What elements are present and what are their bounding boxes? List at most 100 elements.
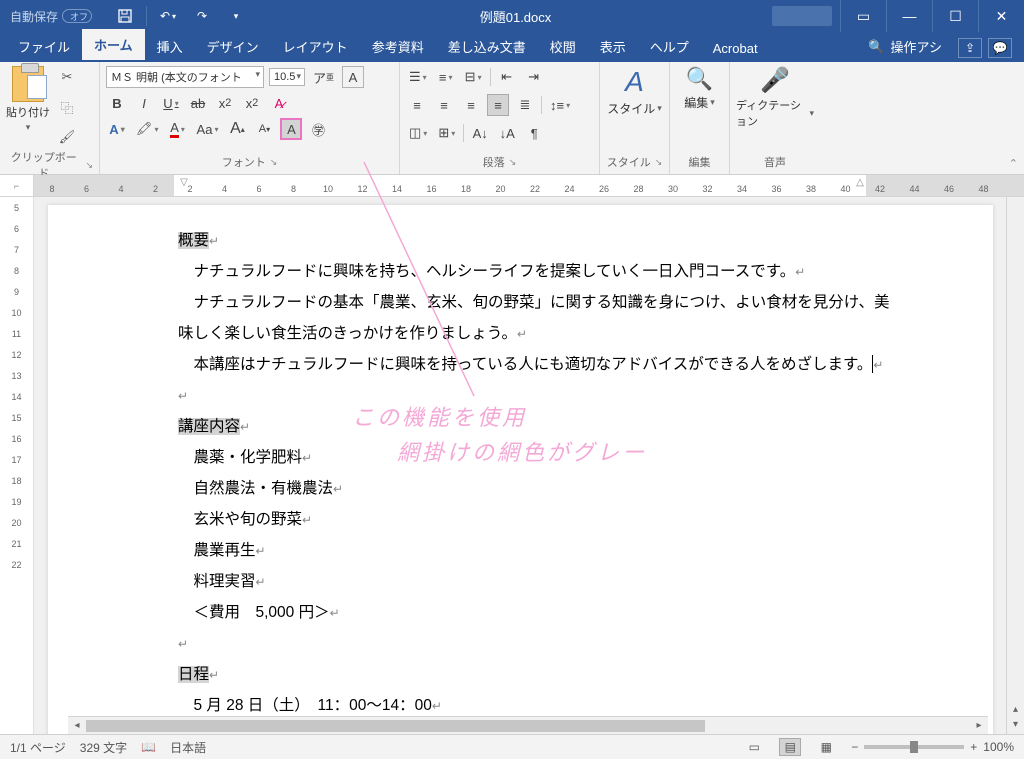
highlight-icon[interactable]: 🖍▾	[133, 118, 162, 140]
distributed-icon[interactable]: ≣	[514, 94, 536, 116]
copy-icon[interactable]: ⿻	[56, 96, 78, 118]
font-color-icon[interactable]: A▾	[167, 118, 189, 140]
line-spacing-icon[interactable]: ↕≡▾	[547, 94, 573, 116]
zoom-in-icon[interactable]: +	[970, 740, 977, 754]
tab-mailings[interactable]: 差し込み文書	[436, 31, 538, 62]
clear-formatting-icon[interactable]: A̷	[268, 92, 290, 114]
format-painter-icon[interactable]: 🖌	[56, 126, 78, 148]
horizontal-scrollbar[interactable]: ◂ ▸	[68, 716, 988, 734]
tab-view[interactable]: 表示	[588, 31, 638, 62]
styles-button[interactable]: A スタイル▾	[606, 66, 663, 117]
tab-home[interactable]: ホーム	[82, 29, 145, 62]
bold-icon[interactable]: B	[106, 92, 128, 114]
character-border-icon[interactable]: A	[342, 66, 364, 88]
sort-icon[interactable]: A↓	[469, 122, 491, 144]
zoom-level[interactable]: 100%	[983, 740, 1014, 754]
autosave-toggle[interactable]: オフ	[62, 9, 92, 23]
paragraph[interactable]: ナチュラルフードに興味を持ち、ヘルシーライフを提案していく一日入門コースです。↵	[178, 256, 893, 287]
scroll-right-icon[interactable]: ▸	[970, 720, 988, 731]
tab-acrobat[interactable]: Acrobat	[701, 35, 770, 62]
right-indent-marker[interactable]: △	[856, 177, 864, 188]
document-page[interactable]: 概要↵ ナチュラルフードに興味を持ち、ヘルシーライフを提案していく一日入門コース…	[48, 205, 993, 734]
dialog-launcher-icon[interactable]: ↘	[655, 157, 663, 168]
multilevel-list-icon[interactable]: ⊟▾	[462, 66, 485, 88]
maximize-icon[interactable]: ☐	[932, 0, 978, 32]
align-left-icon[interactable]: ≡	[406, 94, 428, 116]
scroll-left-icon[interactable]: ◂	[68, 720, 86, 731]
save-icon[interactable]	[112, 3, 138, 29]
scroll-down-icon[interactable]: ▾	[1013, 719, 1018, 730]
ruler-track[interactable]: ▽ △ 864224681012141618202224262830323436…	[34, 175, 1024, 196]
print-layout-icon[interactable]: ▤	[779, 738, 801, 756]
dialog-launcher-icon[interactable]: ↘	[270, 157, 278, 168]
underline-icon[interactable]: U▾	[160, 92, 182, 114]
minimize-icon[interactable]: —	[886, 0, 932, 32]
scroll-up-icon[interactable]: ▴	[1013, 704, 1018, 715]
align-right-icon[interactable]: ≡	[460, 94, 482, 116]
increase-indent-icon[interactable]: ⇥	[523, 66, 545, 88]
status-language[interactable]: 日本語	[170, 739, 206, 756]
decrease-indent-icon[interactable]: ⇤	[496, 66, 518, 88]
align-center-icon[interactable]: ≡	[433, 94, 455, 116]
bullets-icon[interactable]: ☰▾	[406, 66, 430, 88]
status-page[interactable]: 1/1 ページ	[10, 739, 66, 756]
italic-icon[interactable]: I	[133, 92, 155, 114]
text-effects-icon[interactable]: A▾	[106, 118, 128, 140]
zoom-control[interactable]: − + 100%	[851, 740, 1014, 754]
zoom-out-icon[interactable]: −	[851, 740, 858, 754]
redo-icon[interactable]: ↷	[189, 3, 215, 29]
heading-schedule[interactable]: 日程	[178, 666, 209, 683]
superscript-icon[interactable]: x2	[241, 92, 263, 114]
dialog-launcher-icon[interactable]: ↘	[509, 157, 517, 168]
tab-help[interactable]: ヘルプ	[638, 31, 701, 62]
web-layout-icon[interactable]: ▦	[815, 738, 837, 756]
tab-insert[interactable]: 挿入	[145, 31, 195, 62]
tab-references[interactable]: 参考資料	[360, 31, 436, 62]
qat-more-icon[interactable]: ▾	[223, 3, 249, 29]
scrollbar-thumb[interactable]	[86, 720, 705, 732]
numbering-icon[interactable]: ≡▾	[435, 66, 457, 88]
list-item[interactable]: 玄米や旬の野菜↵	[178, 504, 893, 535]
paragraph[interactable]: ナチュラルフードの基本「農業、玄米、旬の野菜」に関する知識を身につけ、よい食材を…	[178, 287, 893, 349]
tab-review[interactable]: 校閲	[538, 31, 588, 62]
show-marks-icon[interactable]: ¶	[523, 122, 545, 144]
shrink-font-icon[interactable]: A▾	[253, 118, 275, 140]
dialog-launcher-icon[interactable]: ↘	[85, 160, 93, 171]
list-item[interactable]: ＜費用 5,000 円＞↵	[178, 597, 893, 628]
read-mode-icon[interactable]: ▭	[743, 738, 765, 756]
font-size-combo[interactable]: 10.5	[269, 68, 305, 86]
spellcheck-icon[interactable]: 📖	[141, 740, 156, 754]
cut-icon[interactable]: ✂	[56, 66, 78, 88]
phonetic-guide-icon[interactable]: ア亜	[310, 66, 337, 88]
horizontal-ruler[interactable]: ⌐ ▽ △ 8642246810121416182022242628303234…	[0, 175, 1024, 197]
font-name-combo[interactable]: ＭＳ 明朝 (本文のフォント	[106, 66, 264, 88]
zoom-slider[interactable]	[864, 745, 964, 749]
vertical-scrollbar[interactable]: ▴ ▾	[1006, 197, 1024, 734]
user-account[interactable]	[772, 6, 832, 26]
autosave-indicator[interactable]: 自動保存 オフ	[0, 8, 102, 25]
editing-button[interactable]: 🔍 編集▾	[676, 66, 723, 111]
enclose-characters-icon[interactable]: ㊫	[307, 118, 329, 140]
change-case-icon[interactable]: Aa▾	[194, 118, 222, 140]
dictate-button[interactable]: 🎤 ディクテーション▾	[736, 66, 814, 129]
list-item[interactable]: 農業再生↵	[178, 535, 893, 566]
tab-layout[interactable]: レイアウト	[271, 31, 360, 62]
justify-icon[interactable]: ≡	[487, 94, 509, 116]
grow-font-icon[interactable]: A▴	[226, 118, 248, 140]
shading-icon[interactable]: ◫▾	[406, 122, 430, 144]
comments-icon[interactable]: 💬	[988, 38, 1012, 58]
ribbon-display-icon[interactable]: ▭	[840, 0, 886, 32]
status-word-count[interactable]: 329 文字	[80, 739, 127, 756]
sort-desc-icon[interactable]: ↓A	[496, 122, 518, 144]
heading-contents[interactable]: 講座内容	[178, 418, 240, 435]
document-canvas[interactable]: 概要↵ ナチュラルフードに興味を持ち、ヘルシーライフを提案していく一日入門コース…	[34, 197, 1006, 734]
collapse-ribbon-icon[interactable]: ⌃	[1009, 157, 1018, 170]
list-item[interactable]: 自然農法・有機農法↵	[178, 473, 893, 504]
undo-icon[interactable]: ↶▾	[155, 3, 181, 29]
vertical-ruler[interactable]: 5678910111213141516171819202122	[0, 197, 34, 734]
paragraph[interactable]: 本講座はナチュラルフードに興味を持っている人にも適切なアドバイスができる人をめざ…	[178, 349, 893, 380]
close-icon[interactable]: ✕	[978, 0, 1024, 32]
tell-me-search[interactable]: 🔍 操作アシ	[858, 31, 952, 62]
share-icon[interactable]: ⇪	[958, 38, 982, 58]
tab-file[interactable]: ファイル	[6, 31, 82, 62]
